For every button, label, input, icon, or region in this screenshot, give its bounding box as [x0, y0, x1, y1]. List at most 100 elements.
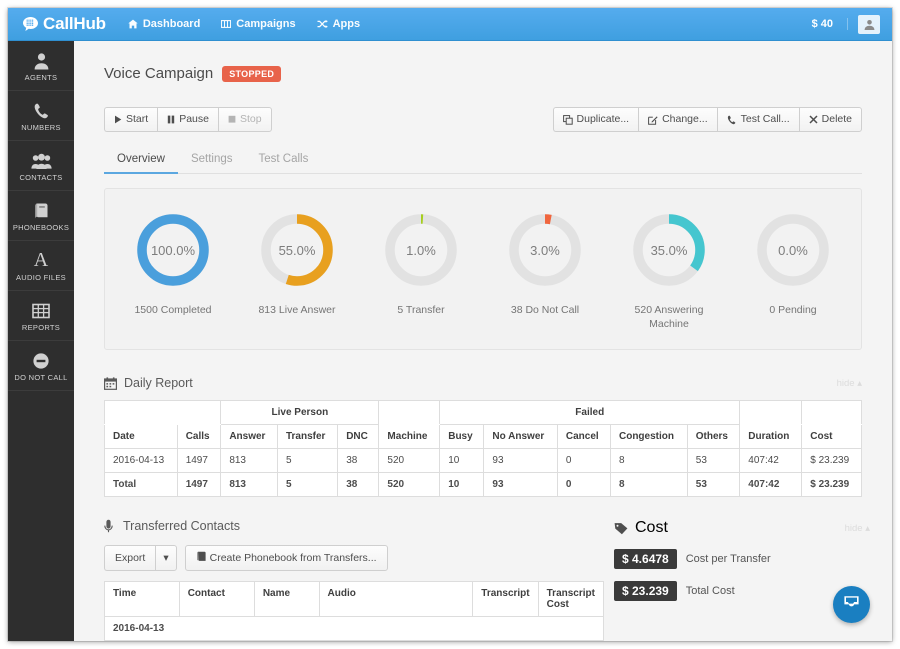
table-cell: 813: [221, 449, 278, 473]
daily-report-table: Live PersonFailed DateCallsAnswerTransfe…: [104, 400, 862, 497]
column-header: Machine: [379, 425, 440, 449]
tab-test-calls-label: Test Calls: [259, 153, 309, 165]
donut-gauge: 3.0%38 Do Not Call: [483, 211, 607, 331]
tab-settings[interactable]: Settings: [178, 146, 246, 174]
donut-gauge: 1.0%5 Transfer: [359, 211, 483, 331]
nav-link-campaigns[interactable]: Campaigns: [221, 18, 295, 30]
user-avatar-icon[interactable]: [858, 15, 880, 34]
tag-icon: [614, 522, 628, 535]
cost-label: Total Cost: [686, 585, 735, 597]
create-phonebook-button[interactable]: Create Phonebook from Transfers...: [185, 545, 388, 571]
donut-ring: 35.0%: [630, 211, 708, 289]
table-cell: 93: [484, 449, 557, 473]
table-cell: 10: [440, 473, 484, 497]
daily-report-header: Daily Report hide ▴: [104, 376, 862, 390]
start-button-label: Start: [126, 113, 148, 126]
minus-circle-icon: [32, 350, 50, 370]
cost-hide-link[interactable]: hide ▴: [845, 523, 870, 534]
duplicate-button[interactable]: Duplicate...: [553, 107, 639, 132]
cost-header: Cost hide ▴: [614, 519, 870, 537]
brand-logo[interactable]: CallHub: [22, 14, 106, 34]
left-sidebar: AGENTS NUMBERS CONTACT: [8, 41, 74, 641]
nav-label-campaigns: Campaigns: [236, 18, 295, 30]
column-header: Answer: [221, 425, 278, 449]
people-icon: [31, 150, 52, 170]
change-button[interactable]: Change...: [638, 107, 717, 132]
sidebar-item-phonebooks[interactable]: PHONEBOOKS: [8, 191, 74, 241]
test-call-button[interactable]: Test Call...: [717, 107, 799, 132]
transport-button-group: Start Pause Stop: [104, 107, 272, 132]
home-icon: [128, 19, 138, 29]
sidebar-item-reports[interactable]: REPORTS: [8, 291, 74, 341]
sidebar-item-do-not-call[interactable]: DO NOT CALL: [8, 341, 74, 391]
table-cell: 10: [440, 449, 484, 473]
donut-percent-value: 0.0%: [754, 211, 832, 289]
nav-link-dashboard[interactable]: Dashboard: [128, 18, 200, 30]
cost-row: $ 4.6478Cost per Transfer: [614, 549, 892, 569]
cell-audio[interactable]: Play Message: [319, 641, 473, 642]
table-cell: 1497: [177, 449, 221, 473]
main-content: Voice Campaign STOPPED Start: [74, 41, 892, 641]
export-button-label: Export: [115, 552, 145, 564]
transferred-contacts-table: TimeContactNameAudioTranscriptTranscript…: [104, 581, 604, 641]
column-header: No Answer: [484, 425, 557, 449]
daily-report-hide-link[interactable]: hide ▴: [837, 378, 862, 389]
column-header: Date: [105, 425, 178, 449]
user-icon: [33, 50, 50, 70]
sidebar-item-audio-files[interactable]: A AUDIO FILES: [8, 241, 74, 291]
sidebar-item-contacts[interactable]: CONTACTS: [8, 141, 74, 191]
chevron-down-icon: ▾: [163, 552, 168, 564]
page-title-row: Voice Campaign STOPPED: [104, 65, 892, 82]
table-cell: Total: [105, 473, 178, 497]
table-cell: 0: [557, 473, 610, 497]
daily-report-tbody: 2016-04-13149781353852010930853407:42$ 2…: [105, 449, 862, 497]
tab-overview[interactable]: Overview: [104, 146, 178, 174]
donut-ring: 55.0%: [258, 211, 336, 289]
sidebar-label-contacts: CONTACTS: [19, 174, 62, 182]
stats-panel: 100.0%1500 Completed55.0%813 Live Answer…: [104, 188, 862, 350]
pause-button[interactable]: Pause: [157, 107, 218, 132]
cell-time: 2016-04-1311:04:40: [105, 641, 180, 642]
table-cell: 1497: [177, 473, 221, 497]
cell-contact[interactable]: 12534726473: [179, 641, 254, 642]
donut-gauge-row: 100.0%1500 Completed55.0%813 Live Answer…: [105, 189, 861, 349]
group-header-cell: Live Person: [221, 401, 379, 425]
table-cell: 813: [221, 473, 278, 497]
page-title: Voice Campaign: [104, 65, 213, 82]
table-cell: 2016-04-13: [105, 449, 178, 473]
stop-button-label: Stop: [240, 113, 262, 126]
app-window: CallHub Dashboard Campaigns Apps: [8, 8, 892, 641]
column-header: Name: [254, 582, 319, 617]
edit-pencil-icon: [648, 115, 658, 125]
sidebar-item-agents[interactable]: AGENTS: [8, 41, 74, 91]
donut-gauge: 0.0%0 Pending: [731, 211, 855, 331]
cell-name[interactable]: James Piper: [254, 641, 319, 642]
export-button[interactable]: Export: [104, 545, 155, 571]
test-call-button-label: Test Call...: [741, 113, 790, 126]
table-grid-icon: [32, 300, 50, 320]
stop-button[interactable]: Stop: [218, 107, 272, 132]
export-dropdown-toggle[interactable]: ▾: [155, 545, 176, 571]
table-cell: 53: [687, 449, 740, 473]
column-header: Audio: [319, 582, 473, 617]
chat-support-button[interactable]: [833, 586, 870, 623]
group-date-row: 2016-04-13: [105, 617, 604, 641]
play-icon: [114, 115, 122, 124]
transferred-header-row: TimeContactNameAudioTranscriptTranscript…: [105, 582, 604, 617]
sidebar-label-do-not-call: DO NOT CALL: [14, 374, 67, 382]
column-header: DNC: [338, 425, 379, 449]
table-cell: $ 23.239: [802, 449, 862, 473]
pause-button-label: Pause: [179, 113, 209, 126]
sidebar-item-numbers[interactable]: NUMBERS: [8, 91, 74, 141]
column-header: Transfer: [277, 425, 337, 449]
column-header: Transcript: [473, 582, 538, 617]
tab-test-calls[interactable]: Test Calls: [246, 146, 322, 174]
column-header: Cancel: [557, 425, 610, 449]
column-header: Time: [105, 582, 180, 617]
table-cell: 407:42: [740, 473, 802, 497]
nav-label-dashboard: Dashboard: [143, 18, 200, 30]
daily-report-hide-label: hide: [837, 378, 855, 389]
delete-button[interactable]: Delete: [799, 107, 862, 132]
start-button[interactable]: Start: [104, 107, 157, 132]
nav-link-apps[interactable]: Apps: [317, 18, 361, 30]
